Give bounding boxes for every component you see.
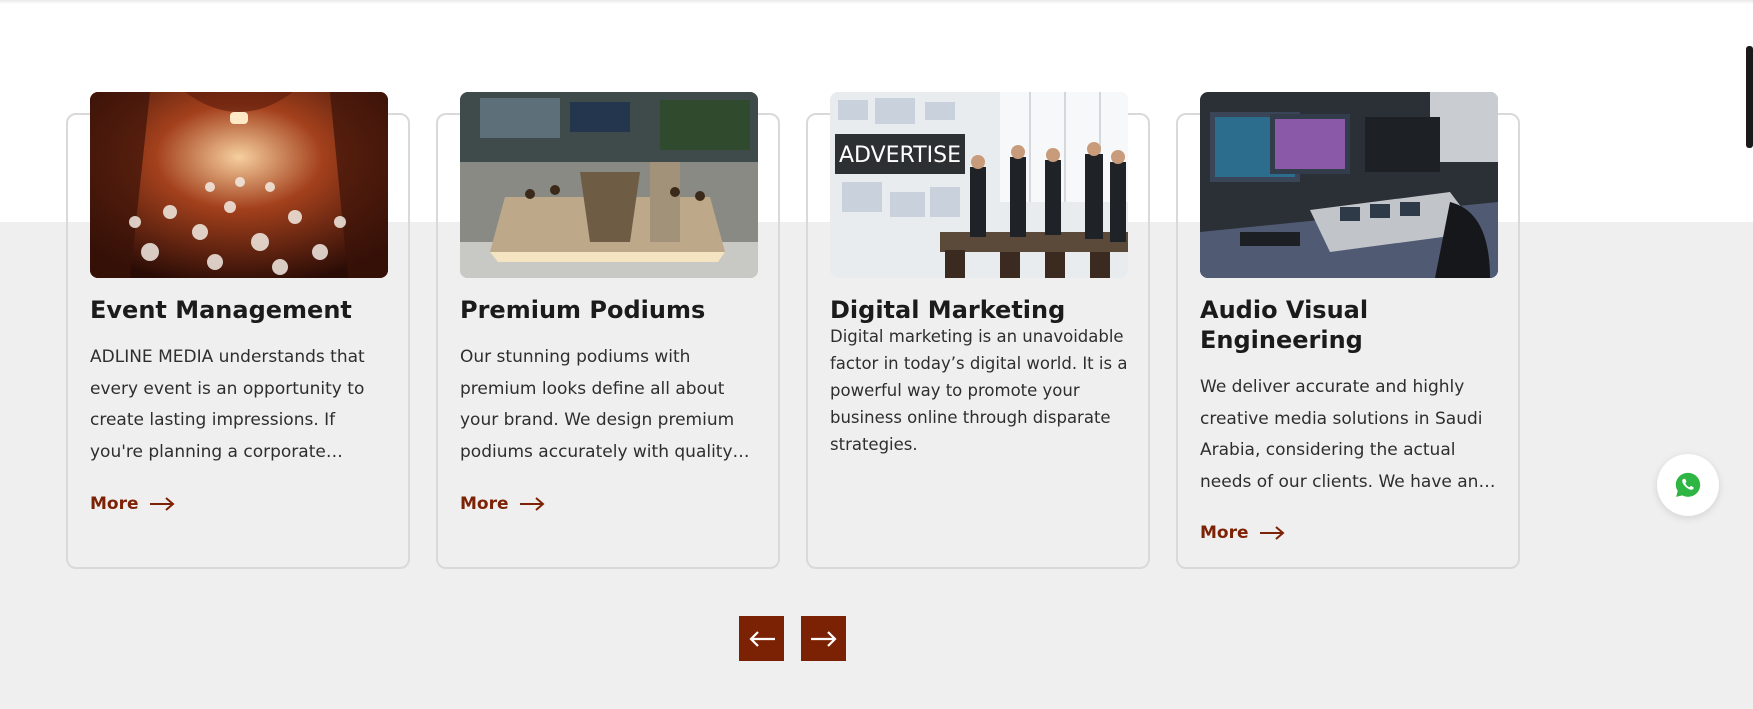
card-description: Digital marketing is an unavoidable fact… bbox=[830, 327, 1128, 454]
arrow-left-icon bbox=[748, 630, 775, 647]
carousel-next-button[interactable] bbox=[801, 616, 846, 661]
card-title: Premium Podiums bbox=[460, 296, 706, 324]
event-hall-photo[interactable] bbox=[90, 92, 388, 278]
more-label: More bbox=[460, 494, 509, 514]
card-title: Audio Visual Engineering bbox=[1200, 296, 1369, 354]
more-link[interactable]: More bbox=[90, 492, 175, 516]
more-link[interactable]: More bbox=[1200, 521, 1285, 545]
scrollbar-thumb[interactable] bbox=[1746, 46, 1753, 148]
card-description: We deliver accurate and highly creative … bbox=[1200, 377, 1496, 492]
more-label: More bbox=[1200, 523, 1249, 543]
more-label: More bbox=[90, 494, 139, 514]
header-shadow bbox=[0, 0, 1753, 4]
arrow-right-icon bbox=[810, 630, 837, 647]
av-control-room-image bbox=[1200, 92, 1498, 278]
advertise-office-image: ADVERTISE bbox=[830, 92, 1128, 278]
card-title: Digital Marketing bbox=[830, 296, 1066, 324]
advertise-office-photo[interactable]: ADVERTISE bbox=[830, 92, 1128, 278]
card-title: Event Management bbox=[90, 296, 352, 324]
podium-booth-photo[interactable] bbox=[460, 92, 758, 278]
card-description: ADLINE MEDIA understands that every even… bbox=[90, 347, 365, 462]
service-card-event-management: Event Management ADLINE MEDIA understand… bbox=[66, 92, 410, 569]
arrow-right-icon bbox=[1259, 526, 1285, 540]
card-description: Our stunning podiums with premium looks … bbox=[460, 347, 735, 462]
av-control-room-photo[interactable] bbox=[1200, 92, 1498, 278]
arrow-right-icon bbox=[149, 497, 175, 511]
whatsapp-icon bbox=[1675, 472, 1701, 497]
svg-text:ADVERTISE: ADVERTISE bbox=[839, 143, 961, 168]
podium-booth-image bbox=[460, 92, 758, 278]
service-card-audio-visual-engineering: Audio Visual Engineering We deliver accu… bbox=[1176, 92, 1520, 569]
event-hall-image bbox=[90, 92, 388, 278]
more-link[interactable]: More bbox=[460, 492, 545, 516]
service-card-digital-marketing: ADVERTISE Digital Marketing Digital mark… bbox=[806, 92, 1150, 569]
whatsapp-button[interactable] bbox=[1657, 454, 1719, 516]
carousel-prev-button[interactable] bbox=[739, 616, 784, 661]
arrow-right-icon bbox=[519, 497, 545, 511]
service-card-premium-podiums: Premium Podiums Our stunning podiums wit… bbox=[436, 92, 780, 569]
